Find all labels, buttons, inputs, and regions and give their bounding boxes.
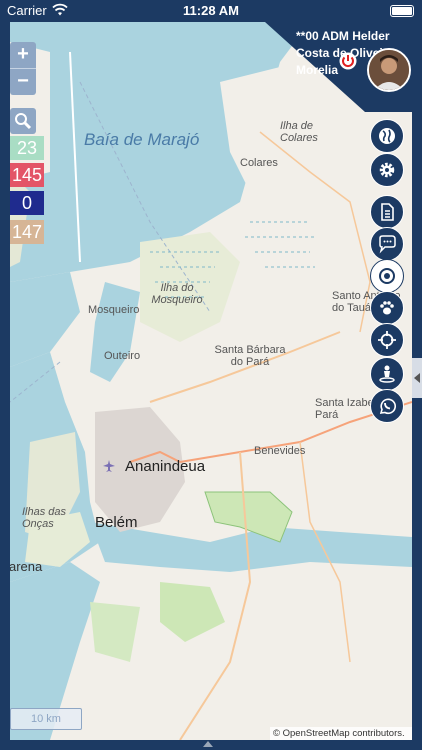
target-icon [379, 268, 395, 284]
settings-button[interactable] [370, 153, 404, 187]
pet-button[interactable] [370, 291, 404, 325]
counter-green[interactable]: 23 [10, 136, 44, 160]
zoom-in-button[interactable]: + [10, 42, 36, 68]
person-pin-icon [379, 365, 395, 383]
paw-icon [380, 301, 394, 315]
map-label-ilha-mosqueiro: Ilha do Mosqueiro [151, 282, 203, 306]
power-icon[interactable] [339, 52, 357, 70]
user-avatar[interactable] [367, 48, 411, 92]
side-panel-handle[interactable] [412, 358, 422, 398]
map-label-santa-barbara: Santa Bárbara do Pará [214, 344, 286, 368]
person-button[interactable] [370, 357, 404, 391]
map-view[interactable]: Baía de Marajó Ilha de Colares Colares I… [10, 22, 412, 740]
gear-icon [379, 162, 395, 178]
avatar-image [369, 50, 409, 90]
zoom-out-button[interactable]: − [10, 69, 36, 95]
map-label-barcarena: arena [10, 559, 43, 574]
map-label-colares: Colares [240, 157, 278, 169]
globe-icon [379, 128, 395, 144]
map-scale: 10 km [10, 708, 82, 730]
locate-button[interactable] [370, 323, 404, 357]
clock: 11:28 AM [183, 3, 239, 18]
map-label-belem: Belém [95, 514, 138, 531]
map-label-bay: Baía de Marajó [84, 130, 200, 149]
counter-tan[interactable]: 147 [10, 220, 44, 244]
whatsapp-button[interactable] [370, 389, 404, 423]
airport-icon [103, 460, 115, 472]
map-label-ananindeua: Ananindeua [125, 458, 206, 475]
map-label-mosqueiro: Mosqueiro [88, 304, 140, 316]
search-button[interactable] [10, 108, 36, 134]
search-icon [15, 113, 32, 130]
counter-red[interactable]: 145 [10, 163, 44, 187]
document-button[interactable] [370, 195, 404, 229]
map-label-outeiro: Outeiro [104, 350, 141, 362]
document-icon [381, 203, 394, 221]
map-label-benevides: Benevides [254, 445, 306, 457]
crosshair-icon [378, 331, 396, 349]
counter-blue[interactable]: 0 [10, 191, 44, 215]
map-label-ilha-colares: Ilha de Colares [280, 120, 318, 144]
chat-button[interactable] [370, 227, 404, 261]
chat-icon [379, 235, 396, 254]
zoom-control: + − [10, 42, 36, 95]
whatsapp-icon [379, 398, 396, 415]
map-canvas [10, 22, 412, 740]
bottom-panel-handle[interactable] [203, 741, 213, 747]
map-attribution[interactable]: © OpenStreetMap contributors. [270, 727, 412, 740]
globe-button[interactable] [370, 119, 404, 153]
status-bar: Carrier 11:28 AM [0, 0, 422, 22]
battery-icon [390, 5, 414, 17]
map-label-ilhas-oncas: Ilhas das Onças [22, 506, 67, 530]
target-button[interactable] [370, 259, 404, 293]
